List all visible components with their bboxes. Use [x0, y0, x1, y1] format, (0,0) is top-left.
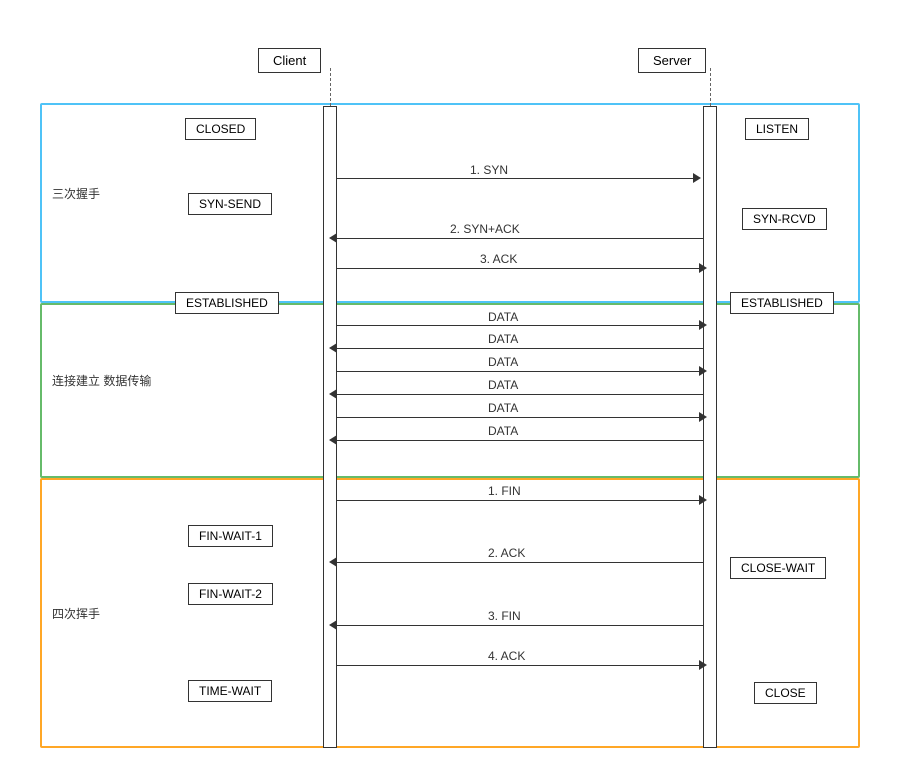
- tcp-diagram: 三次握手 连接建立 数据传输 四次挥手 Client Server CLOSED…: [0, 0, 900, 773]
- arrow-synack: [337, 238, 703, 239]
- arrowhead-ack4: [699, 660, 707, 670]
- label-data2: DATA: [488, 332, 518, 346]
- client-lifeline-top: [330, 68, 331, 106]
- server-lifeline-top: [710, 68, 711, 106]
- label-data6: DATA: [488, 424, 518, 438]
- arrowhead-data4: [329, 389, 337, 399]
- state-client-time-wait: TIME-WAIT: [188, 680, 272, 702]
- arrow-data1: [337, 325, 703, 326]
- close-section: [40, 478, 860, 748]
- arrowhead-data2: [329, 343, 337, 353]
- arrowhead-data3: [699, 366, 707, 376]
- arrow-syn: [337, 178, 697, 179]
- arrowhead-data6: [329, 435, 337, 445]
- close-label: 四次挥手: [52, 605, 100, 622]
- arrowhead-fin3: [329, 620, 337, 630]
- arrowhead-syn: [693, 173, 701, 183]
- client-entity: Client: [258, 48, 321, 73]
- label-data5: DATA: [488, 401, 518, 415]
- label-data1: DATA: [488, 310, 518, 324]
- state-server-close: CLOSE: [754, 682, 817, 704]
- label-synack: 2. SYN+ACK: [450, 222, 520, 236]
- label-fin3: 3. FIN: [488, 609, 521, 623]
- handshake-label: 三次握手: [52, 185, 100, 202]
- arrow-data5: [337, 417, 703, 418]
- state-client-syn-send: SYN-SEND: [188, 193, 272, 215]
- arrowhead-ack: [699, 263, 707, 273]
- state-server-syn-rcvd: SYN-RCVD: [742, 208, 827, 230]
- label-ack: 3. ACK: [480, 252, 517, 266]
- arrow-fin1: [337, 500, 703, 501]
- arrowhead-ack2: [329, 557, 337, 567]
- arrow-data6: [337, 440, 703, 441]
- arrowhead-data1: [699, 320, 707, 330]
- arrow-data4: [337, 394, 703, 395]
- arrowhead-data5: [699, 412, 707, 422]
- arrow-data2: [337, 348, 703, 349]
- arrowhead-synack: [329, 233, 337, 243]
- label-ack2: 2. ACK: [488, 546, 525, 560]
- arrow-fin3: [337, 625, 703, 626]
- handshake-section: [40, 103, 860, 303]
- label-fin1: 1. FIN: [488, 484, 521, 498]
- arrow-ack: [337, 268, 703, 269]
- state-client-fin-wait2: FIN-WAIT-2: [188, 583, 273, 605]
- label-data4: DATA: [488, 378, 518, 392]
- label-ack4: 4. ACK: [488, 649, 525, 663]
- data-label: 连接建立 数据传输: [52, 373, 151, 390]
- label-data3: DATA: [488, 355, 518, 369]
- server-lifeline-bar: [703, 106, 717, 748]
- state-client-established: ESTABLISHED: [175, 292, 279, 314]
- state-server-listen: LISTEN: [745, 118, 809, 140]
- arrow-data3: [337, 371, 703, 372]
- arrowhead-fin1: [699, 495, 707, 505]
- state-server-close-wait: CLOSE-WAIT: [730, 557, 826, 579]
- state-server-established: ESTABLISHED: [730, 292, 834, 314]
- arrow-ack2: [337, 562, 703, 563]
- data-section: [40, 303, 860, 478]
- state-client-fin-wait1: FIN-WAIT-1: [188, 525, 273, 547]
- arrow-ack4: [337, 665, 703, 666]
- label-syn: 1. SYN: [470, 163, 508, 177]
- server-entity: Server: [638, 48, 706, 73]
- state-client-closed: CLOSED: [185, 118, 256, 140]
- client-lifeline-bar: [323, 106, 337, 748]
